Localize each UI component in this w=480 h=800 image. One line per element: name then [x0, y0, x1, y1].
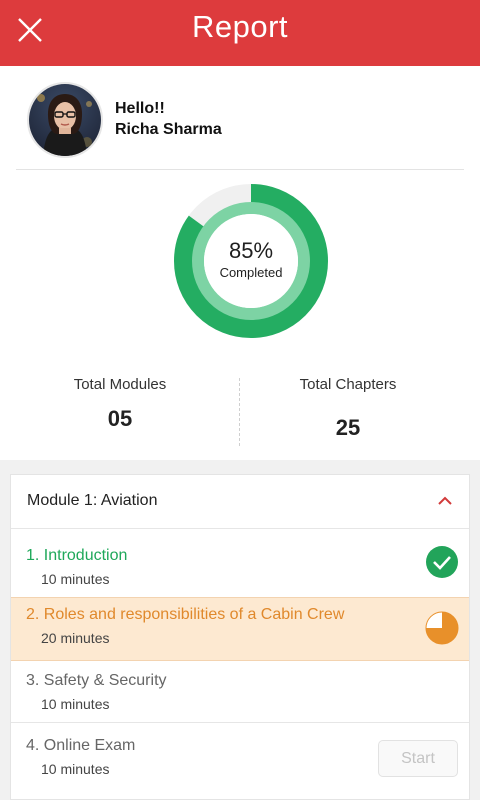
progress-percent: 85% [228, 238, 274, 263]
chapter-duration: 10 minutes [41, 696, 110, 712]
chapter-title: 1. Introduction [26, 547, 128, 564]
chapter-title: 4. Online Exam [26, 737, 136, 754]
chapter-row-roles[interactable]: 2. Roles and responsibilities of a Cabin… [11, 597, 469, 661]
total-chapters-value: 25 [335, 415, 361, 440]
greeting-text: Hello!! [115, 100, 165, 117]
check-circle-icon [426, 546, 458, 578]
chapter-duration: 20 minutes [41, 630, 110, 646]
chapter-duration: 10 minutes [41, 761, 110, 777]
chapter-row-online-exam: 4. Online Exam 10 minutes Start [11, 723, 469, 799]
module-title: Module 1: Aviation [27, 492, 158, 509]
chapter-title: 3. Safety & Security [26, 672, 167, 689]
total-modules-label: Total Modules [73, 376, 167, 393]
chapter-title: 2. Roles and responsibilities of a Cabin… [26, 606, 345, 623]
avatar[interactable] [27, 82, 103, 158]
chapter-row-introduction[interactable]: 1. Introduction 10 minutes [11, 530, 469, 596]
top-app-bar: Report [0, 0, 480, 66]
chapter-row-safety[interactable]: 3. Safety & Security 10 minutes [11, 663, 469, 723]
avatar-image [29, 84, 101, 156]
total-chapters-label: Total Chapters [299, 376, 397, 393]
module-card: Module 1: Aviation 1. Introduction 10 mi… [10, 474, 470, 800]
total-chapters-stat: Total Chapters 25 [228, 376, 468, 441]
divider [16, 169, 464, 170]
user-name: Richa Sharma [115, 121, 222, 138]
chevron-up-icon[interactable] [435, 493, 455, 509]
module-header[interactable]: Module 1: Aviation [11, 475, 469, 529]
progress-donut: 85% Completed [174, 184, 328, 338]
profile-section: Hello!! Richa Sharma [0, 66, 480, 170]
total-modules-value: 05 [107, 406, 133, 431]
start-exam-button[interactable]: Start [378, 740, 458, 777]
chapter-duration: 10 minutes [41, 571, 110, 587]
page-title: Report [191, 9, 289, 44]
pie-progress-icon [425, 611, 459, 645]
progress-caption: Completed [219, 265, 283, 280]
total-modules-stat: Total Modules 05 [0, 376, 240, 432]
